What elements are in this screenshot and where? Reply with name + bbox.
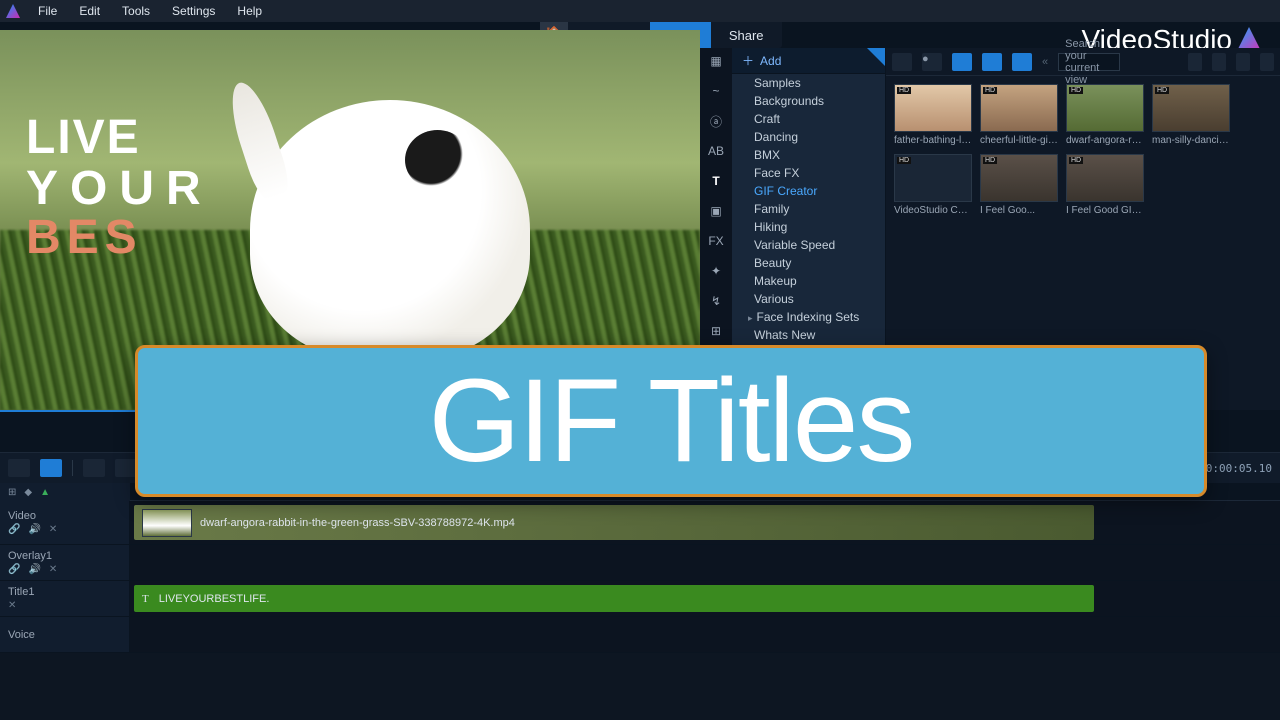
fx-slot-icon[interactable]: ✕ xyxy=(49,524,57,535)
filter-icon[interactable]: FX xyxy=(706,232,726,250)
title-icon[interactable]: AB xyxy=(706,142,726,160)
menu-bar: File Edit Tools Settings Help xyxy=(0,0,1280,22)
track-add-icon[interactable]: ⊞ xyxy=(8,487,16,498)
menu-help[interactable]: Help xyxy=(227,2,272,20)
app-logo-icon xyxy=(6,4,20,18)
filter-photo-icon[interactable] xyxy=(982,53,1002,71)
link-icon[interactable]: 🔗 xyxy=(8,564,20,575)
media-toolbar: ● « Search your current view xyxy=(886,48,1280,76)
folder-various[interactable]: Various xyxy=(732,290,885,308)
folder-face-indexing-sets[interactable]: Face Indexing Sets xyxy=(732,308,885,326)
options-icon[interactable] xyxy=(1260,53,1274,71)
folder-craft[interactable]: Craft xyxy=(732,110,885,128)
transition-icon[interactable]: ⓐ xyxy=(706,112,726,130)
fx-slot-icon[interactable]: ✕ xyxy=(8,600,16,611)
timeline-view-icon[interactable] xyxy=(40,459,62,477)
title-track-header[interactable]: Title1 ✕ xyxy=(0,581,130,616)
overlay-track: Overlay1 🔗🔊✕ xyxy=(0,545,1280,581)
folder-variable-speed[interactable]: Variable Speed xyxy=(732,236,885,254)
preview-subject xyxy=(250,100,530,360)
tab-share[interactable]: Share xyxy=(711,22,782,48)
title-track: Title1 ✕ T LIVEYOURBESTLIFE. xyxy=(0,581,1280,617)
sound-icon[interactable]: ~ xyxy=(706,82,726,100)
thumbnail-view-icon[interactable] xyxy=(1236,53,1250,71)
folder-hiking[interactable]: Hiking xyxy=(732,218,885,236)
track-toggle-icon[interactable]: ◆ xyxy=(24,487,32,498)
media-thumb[interactable]: HDI Feel Good GIF_1... xyxy=(1066,154,1144,216)
track-up-icon[interactable]: ▲ xyxy=(40,487,50,498)
record-icon[interactable]: ● xyxy=(922,53,942,71)
add-folder-button[interactable]: ＋ Add xyxy=(732,48,885,74)
media-thumb[interactable]: HDcheerful-little-girl... xyxy=(980,84,1058,146)
media-icon[interactable]: ▦ xyxy=(706,52,726,70)
fx-slot-icon[interactable]: ✕ xyxy=(49,564,57,575)
overlay-track-header[interactable]: Overlay1 🔗🔊✕ xyxy=(0,545,130,580)
redo-icon[interactable] xyxy=(115,459,137,477)
video-track-header[interactable]: Video 🔗🔊✕ xyxy=(0,501,130,544)
sound-on-icon[interactable]: 🔊 xyxy=(28,524,40,535)
timecode-display[interactable]: 00:00:05.10 xyxy=(1199,462,1272,475)
video-track: Video 🔗🔊✕ dwarf-angora-rabbit-in-the-gre… xyxy=(0,501,1280,545)
filter-audio-icon[interactable] xyxy=(1012,53,1032,71)
search-input[interactable]: Search your current view xyxy=(1058,53,1120,71)
overlay-icon[interactable]: ▣ xyxy=(706,202,726,220)
link-icon[interactable]: 🔗 xyxy=(8,524,20,535)
list-view-icon[interactable] xyxy=(1212,53,1226,71)
folder-beauty[interactable]: Beauty xyxy=(732,254,885,272)
folder-bmx[interactable]: BMX xyxy=(732,146,885,164)
title-clip[interactable]: T LIVEYOURBESTLIFE. xyxy=(134,585,1094,612)
menu-tools[interactable]: Tools xyxy=(112,2,160,20)
text-icon[interactable]: T xyxy=(706,172,726,190)
thumbnail-grid: HDfather-bathing-lit...HDcheerful-little… xyxy=(886,76,1280,224)
video-clip[interactable]: dwarf-angora-rabbit-in-the-green-grass-S… xyxy=(134,505,1094,540)
media-thumb[interactable]: HDdwarf-angora-ra... xyxy=(1066,84,1144,146)
clip-thumbnail xyxy=(142,509,192,537)
storyboard-view-icon[interactable] xyxy=(8,459,30,477)
tutorial-banner: GIF Titles xyxy=(135,345,1207,497)
media-thumb[interactable]: HDVideoStudio Capt... xyxy=(894,154,972,216)
import-icon[interactable] xyxy=(892,53,912,71)
media-thumb[interactable]: HDI Feel Goo... xyxy=(980,154,1058,216)
folder-samples[interactable]: Samples xyxy=(732,74,885,92)
menu-file[interactable]: File xyxy=(28,2,67,20)
folder-whats-new[interactable]: Whats New xyxy=(732,326,885,344)
pin-icon[interactable] xyxy=(867,48,885,66)
preview-title-overlay: LIVE YOUR BES xyxy=(26,110,213,265)
filter-video-icon[interactable] xyxy=(952,53,972,71)
folder-makeup[interactable]: Makeup xyxy=(732,272,885,290)
sort-icon[interactable] xyxy=(1188,53,1202,71)
effects-icon[interactable]: ✦ xyxy=(706,262,726,280)
plus-icon: ＋ xyxy=(742,52,754,69)
folder-backgrounds[interactable]: Backgrounds xyxy=(732,92,885,110)
folder-face-fx[interactable]: Face FX xyxy=(732,164,885,182)
voice-track-header[interactable]: Voice xyxy=(0,617,130,652)
folder-family[interactable]: Family xyxy=(732,200,885,218)
folder-dancing[interactable]: Dancing xyxy=(732,128,885,146)
text-icon: T xyxy=(142,593,149,605)
ar-icon[interactable]: ⊞ xyxy=(706,322,726,340)
media-thumb[interactable]: HDman-silly-dancin... xyxy=(1152,84,1230,146)
path-icon[interactable]: ↯ xyxy=(706,292,726,310)
voice-track: Voice xyxy=(0,617,1280,653)
menu-edit[interactable]: Edit xyxy=(69,2,110,20)
folder-gif-creator[interactable]: GIF Creator xyxy=(732,182,885,200)
media-thumb[interactable]: HDfather-bathing-lit... xyxy=(894,84,972,146)
undo-icon[interactable] xyxy=(83,459,105,477)
sound-on-icon[interactable]: 🔊 xyxy=(28,564,40,575)
menu-settings[interactable]: Settings xyxy=(162,2,225,20)
